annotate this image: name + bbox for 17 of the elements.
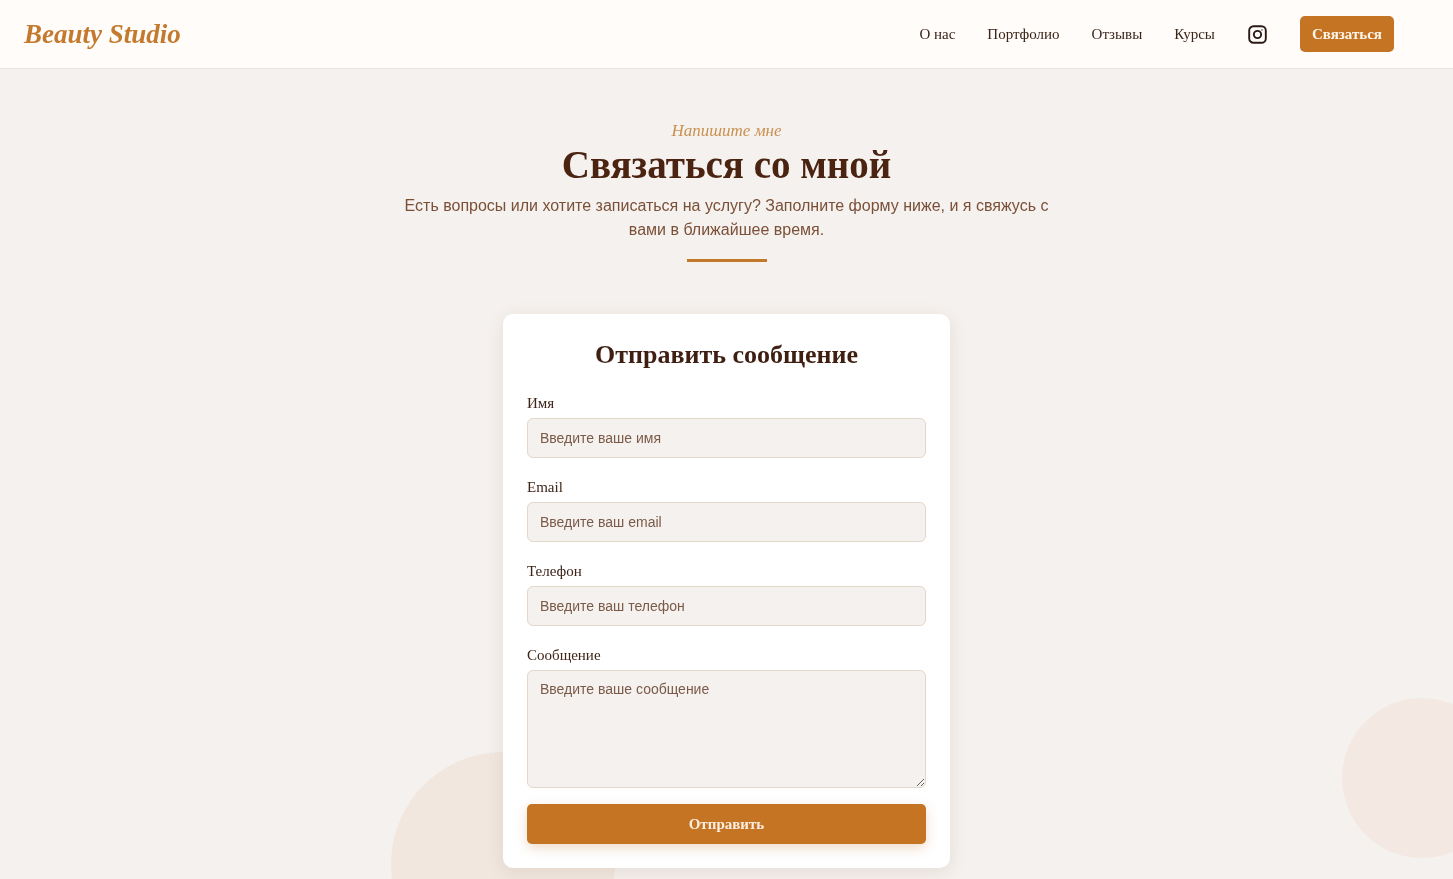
field-label: Телефон: [527, 562, 583, 580]
nav-link[interactable]: Курсы: [1174, 26, 1215, 42]
section-eyebrow: Напишите мне: [671, 120, 782, 142]
input-field[interactable]: Введите ваш email: [527, 502, 926, 542]
nav-link[interactable]: Портфолио: [987, 26, 1060, 42]
input-field[interactable]: Введите ваше имя: [527, 418, 926, 458]
instagram-icon[interactable]: [1247, 24, 1267, 44]
field-label: Email: [527, 478, 564, 496]
intro-text: Есть вопросы или хотите записаться на услугу? Заполните форму ниже, и я свяжусь с вами в ближайшее время.: [403, 196, 1050, 240]
input-field[interactable]: Введите ваш телефон: [527, 586, 926, 626]
field-label: Имя: [527, 394, 556, 412]
nav-link[interactable]: О нас: [919, 26, 956, 42]
form-title: Отправить сообщение: [594, 339, 859, 371]
page-heading: Связаться со мной: [561, 142, 892, 188]
field-label: Сообщение: [527, 646, 602, 664]
message-field[interactable]: Введите ваше сообщение: [527, 670, 926, 788]
nav-link[interactable]: Отзывы: [1091, 26, 1143, 42]
